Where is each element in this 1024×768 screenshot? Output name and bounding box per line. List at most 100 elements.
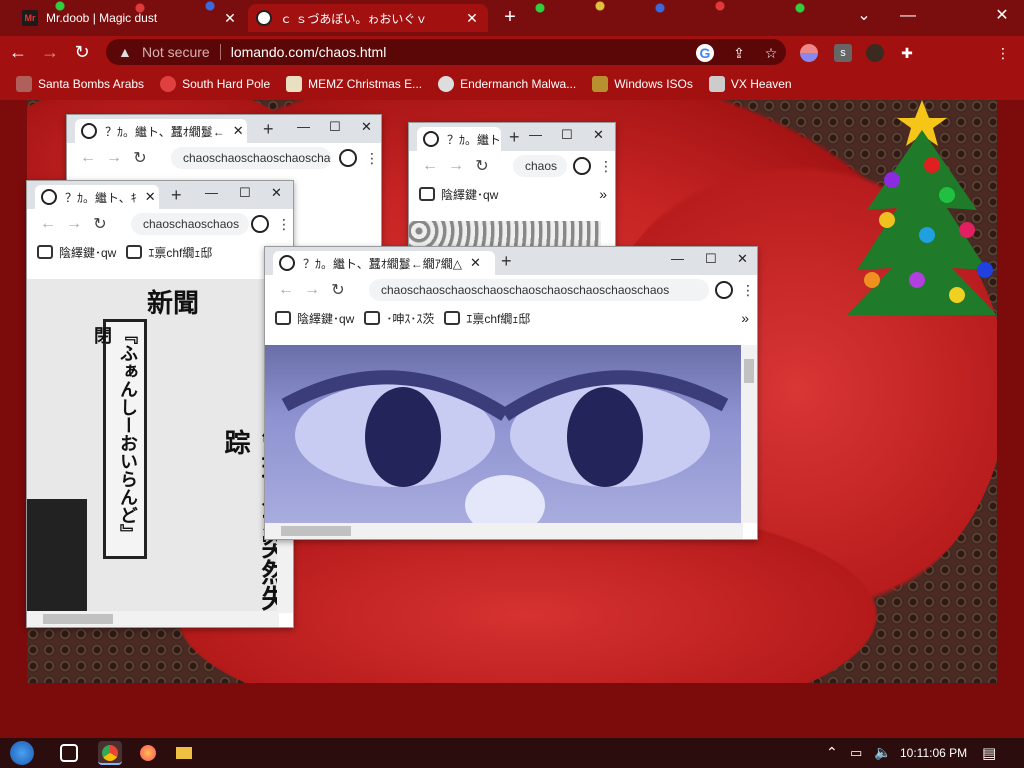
- kebab-menu-icon[interactable]: ⋮: [994, 44, 1012, 62]
- popup-bookmark[interactable]: ･呻ｽ･ｽ茨: [364, 310, 434, 327]
- clock[interactable]: 10:11:06 PM: [900, 746, 967, 760]
- new-tab-button[interactable]: +: [263, 119, 274, 140]
- panda-avatar-icon[interactable]: [339, 149, 357, 167]
- kebab-menu-icon[interactable]: ⋮: [741, 282, 755, 299]
- new-tab-button[interactable]: +: [509, 127, 520, 148]
- popup-bookmark[interactable]: 陰繹鍵･qw: [275, 310, 354, 327]
- popup-url[interactable]: chaoschaoschaoschaoschao: [171, 147, 331, 169]
- popup-bookmark[interactable]: 陰繹鍵･qw: [419, 186, 498, 203]
- maximize-icon[interactable]: ☐: [705, 251, 717, 267]
- back-arrow-icon[interactable]: ←: [75, 149, 101, 167]
- popup-tab[interactable]: ？ｶ。繼ト、蠶ｵ繝鬘←繝ｱ繝△ ✕: [273, 251, 495, 275]
- network-icon[interactable]: ▭: [850, 745, 862, 761]
- popup-bookmark[interactable]: 陰繹鍵･qw: [37, 244, 116, 261]
- address-bar[interactable]: ▲ Not secure lomando.com/chaos.html: [106, 39, 786, 65]
- kebab-menu-icon[interactable]: ⋮: [599, 158, 613, 175]
- reload-icon[interactable]: ↻: [127, 148, 153, 168]
- scroll-thumb[interactable]: [43, 614, 113, 624]
- notifications-icon[interactable]: ▤: [982, 744, 996, 762]
- reload-icon[interactable]: ↻: [87, 214, 113, 234]
- extension-avatar-icon[interactable]: [866, 44, 884, 62]
- popup-bookmark[interactable]: ｴ禀chf繝ｪ邸: [444, 310, 530, 327]
- star-bookmark-icon[interactable]: ☆: [762, 44, 780, 62]
- scroll-thumb[interactable]: [281, 526, 351, 536]
- kebab-menu-icon[interactable]: ⋮: [365, 150, 379, 167]
- popup-window-3[interactable]: ？ｶ。繼ト ✕ + — ☐ ✕ ← → ↻ chaos ⋮ 陰繹鍵･qw »: [408, 122, 616, 248]
- popup-tab[interactable]: ？ｶ。繼ト、蠶ｵ繝鬘← ✕: [75, 119, 247, 143]
- reload-icon[interactable]: ↻: [469, 156, 495, 176]
- close-window-icon[interactable]: ✕: [271, 185, 282, 201]
- horizontal-scrollbar[interactable]: [27, 611, 279, 627]
- extension-s-icon[interactable]: s: [834, 44, 852, 62]
- minimize-icon[interactable]: —: [671, 251, 684, 266]
- extension-flag-icon[interactable]: [800, 44, 818, 62]
- forward-arrow-icon[interactable]: →: [443, 157, 469, 175]
- scroll-thumb[interactable]: [744, 359, 754, 383]
- bookmark-memz[interactable]: MEMZ Christmas E...: [286, 76, 422, 92]
- popup-url[interactable]: chaoschaoschaos: [131, 213, 249, 235]
- chevron-double-right-icon[interactable]: »: [741, 310, 749, 326]
- new-tab-button[interactable]: +: [171, 185, 182, 206]
- panda-avatar-icon[interactable]: [251, 215, 269, 233]
- maximize-icon[interactable]: ☐: [329, 119, 341, 135]
- back-arrow-icon[interactable]: ←: [417, 157, 443, 175]
- warning-triangle-icon[interactable]: ▲: [118, 44, 136, 60]
- tab-mrdoob[interactable]: Mr Mr.doob | Magic dust ✕: [14, 4, 246, 32]
- close-icon[interactable]: ✕: [222, 10, 238, 27]
- volume-icon[interactable]: 🔈: [874, 744, 891, 761]
- bookmark-endermanch[interactable]: Endermanch Malwa...: [438, 76, 576, 92]
- reload-icon[interactable]: ↻: [325, 280, 351, 300]
- bookmark-windows-isos[interactable]: Windows ISOs: [592, 76, 693, 92]
- bookmark-vx-heaven[interactable]: VX Heaven: [708, 76, 792, 92]
- popup-bookmark[interactable]: ｴ禀chf繝ｪ邸: [126, 244, 212, 261]
- minimize-icon[interactable]: —: [888, 4, 928, 28]
- back-arrow-icon[interactable]: ←: [273, 281, 299, 299]
- chevron-double-right-icon[interactable]: »: [599, 186, 607, 202]
- task-view-icon[interactable]: [60, 744, 78, 762]
- close-window-icon[interactable]: ✕: [593, 127, 604, 143]
- security-label[interactable]: Not secure: [142, 44, 210, 60]
- close-icon[interactable]: ✕: [145, 189, 156, 205]
- close-icon[interactable]: ✕: [464, 10, 480, 27]
- close-window-icon[interactable]: ✕: [737, 251, 748, 267]
- tab-chaos[interactable]: ｃ ｓづあぼい。ゎおいぐｖ ✕: [248, 4, 488, 32]
- share-icon[interactable]: ⇪: [730, 44, 748, 62]
- maximize-icon[interactable]: ☐: [561, 127, 573, 143]
- reload-icon[interactable]: ↻: [68, 38, 96, 66]
- bookmark-santa[interactable]: Santa Bombs Arabs: [16, 76, 144, 92]
- vertical-scrollbar[interactable]: [741, 345, 757, 523]
- popup-tab[interactable]: ？ｶ。繼ト、ｷ ✕: [35, 185, 159, 209]
- horizontal-scrollbar[interactable]: [265, 523, 743, 539]
- firefox-taskbar-button[interactable]: [136, 741, 160, 765]
- start-button-icon[interactable]: [10, 741, 34, 765]
- new-tab-button[interactable]: +: [498, 6, 522, 30]
- minimize-icon[interactable]: —: [297, 119, 310, 134]
- forward-arrow-icon[interactable]: →: [61, 215, 87, 233]
- forward-arrow-icon[interactable]: →: [299, 281, 325, 299]
- close-icon[interactable]: ✕: [470, 255, 481, 271]
- chevron-up-icon[interactable]: ⌃: [826, 744, 838, 761]
- popup-tab[interactable]: ？ｶ。繼ト ✕: [417, 127, 501, 151]
- popup-window-2[interactable]: ？ｶ。繼ト、ｷ ✕ + — ☐ ✕ ← → ↻ chaoschaoschaos …: [26, 180, 294, 628]
- kebab-menu-icon[interactable]: ⋮: [277, 216, 291, 233]
- popup-url[interactable]: chaoschaoschaoschaoschaoschaoschaoschaos…: [369, 279, 709, 301]
- popup-window-4[interactable]: ？ｶ。繼ト、蠶ｵ繝鬘←繝ｱ繝△ ✕ + — ☐ ✕ ← → ↻ chaoscha…: [264, 246, 758, 540]
- forward-arrow-icon[interactable]: →: [36, 38, 64, 66]
- extensions-puzzle-icon[interactable]: ✚: [898, 44, 916, 62]
- back-arrow-icon[interactable]: ←: [35, 215, 61, 233]
- maximize-icon[interactable]: ☐: [239, 185, 251, 201]
- close-window-icon[interactable]: ✕: [982, 4, 1022, 28]
- url-text[interactable]: lomando.com/chaos.html: [231, 44, 387, 60]
- back-arrow-icon[interactable]: ←: [4, 38, 32, 66]
- minimize-icon[interactable]: —: [205, 185, 218, 200]
- close-window-icon[interactable]: ✕: [361, 119, 372, 135]
- chrome-taskbar-button[interactable]: [98, 741, 122, 765]
- close-icon[interactable]: ✕: [233, 123, 244, 139]
- popup-url[interactable]: chaos: [513, 155, 567, 177]
- google-icon[interactable]: G: [696, 44, 714, 62]
- new-tab-button[interactable]: +: [501, 251, 512, 272]
- panda-avatar-icon[interactable]: [715, 281, 733, 299]
- panda-avatar-icon[interactable]: [573, 157, 591, 175]
- minimize-icon[interactable]: —: [529, 127, 542, 142]
- bookmark-south-hard-pole[interactable]: South Hard Pole: [160, 76, 270, 92]
